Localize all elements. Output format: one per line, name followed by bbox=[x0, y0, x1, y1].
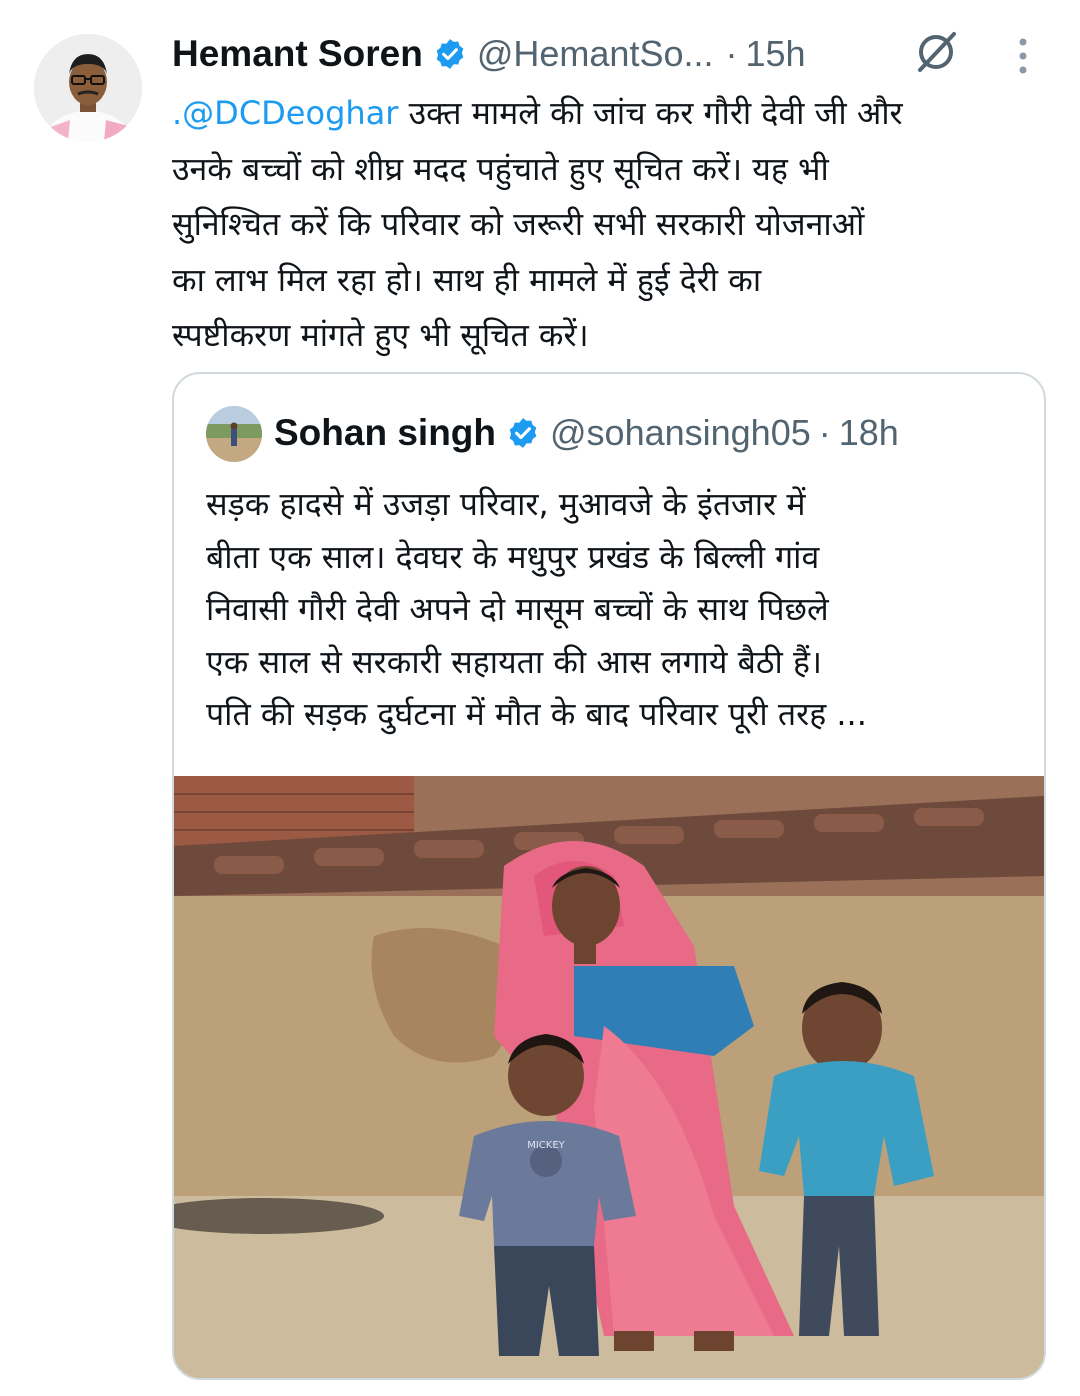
tweet-photo[interactable]: MICKEY bbox=[174, 776, 1044, 1378]
tweet-text-line: .@DCDeoghar उक्त मामले की जांच कर गौरी द… bbox=[172, 86, 1052, 142]
quoted-tweet-timestamp[interactable]: 18h bbox=[839, 412, 899, 454]
tweet-text-segment: उक्त मामले की जांच कर गौरी देवी जी और bbox=[398, 94, 903, 132]
shirt-print-text: MICKEY bbox=[527, 1140, 565, 1151]
author-name[interactable]: Hemant Soren bbox=[172, 33, 423, 75]
quoted-text-line: निवासी गौरी देवी अपने दो मासूम बच्चों के… bbox=[206, 590, 829, 628]
tweet-timestamp[interactable]: 15h bbox=[745, 33, 805, 75]
tweet-text-line: स्पष्टीकरण मांगते हुए भी सूचित करें। bbox=[172, 316, 589, 354]
tweet-text-line: सुनिश्चित करें कि परिवार को जरूरी सभी सर… bbox=[172, 205, 865, 243]
grok-icon[interactable] bbox=[912, 28, 960, 76]
tweet-text-line: का लाभ मिल रहा हो। साथ ही मामले में हुई … bbox=[172, 260, 762, 299]
mention-link[interactable]: .@DCDeoghar bbox=[172, 94, 398, 132]
more-options-icon[interactable] bbox=[1008, 34, 1038, 78]
quoted-text-line: पति की सड़क दुर्घटना में मौत के बाद परिव… bbox=[206, 695, 867, 733]
tweet-text: .@DCDeoghar उक्त मामले की जांच कर गौरी द… bbox=[172, 86, 1052, 364]
tweet-text-line: उनके बच्चों को शीघ्र मदद पहुंचाते हुए सू… bbox=[172, 149, 829, 188]
quoted-text-line: एक साल से सरकारी सहायता की आस लगाये बैठी… bbox=[206, 642, 823, 681]
quoted-author-name[interactable]: Sohan singh bbox=[274, 412, 496, 454]
quoted-text-line: सड़क हादसे में उजड़ा परिवार, मुआवजे के इ… bbox=[206, 485, 806, 523]
quoted-tweet-header: Sohan singh @sohansingh05 · 18h bbox=[274, 404, 899, 462]
quoted-author-handle[interactable]: @sohansingh05 bbox=[550, 412, 811, 454]
author-avatar[interactable] bbox=[34, 34, 142, 142]
separator-dot: · bbox=[818, 412, 831, 453]
quoted-tweet-text: सड़क हादसे में उजड़ा परिवार, मुआवजे के इ… bbox=[206, 478, 1026, 741]
quoted-author-avatar bbox=[206, 406, 262, 462]
verified-badge-icon bbox=[433, 37, 467, 71]
quoted-tweet[interactable]: Sohan singh @sohansingh05 · 18h सड़क हाद… bbox=[172, 372, 1046, 1380]
verified-badge-icon bbox=[506, 416, 540, 450]
separator-dot: · bbox=[725, 33, 738, 74]
tweet[interactable]: Hemant Soren @HemantSo... · 15h .@DCDeog… bbox=[0, 0, 1080, 1396]
author-handle[interactable]: @HemantSo... bbox=[477, 33, 714, 75]
quoted-text-line: बीता एक साल। देवघर के मधुपुर प्रखंड के ब… bbox=[206, 537, 820, 576]
